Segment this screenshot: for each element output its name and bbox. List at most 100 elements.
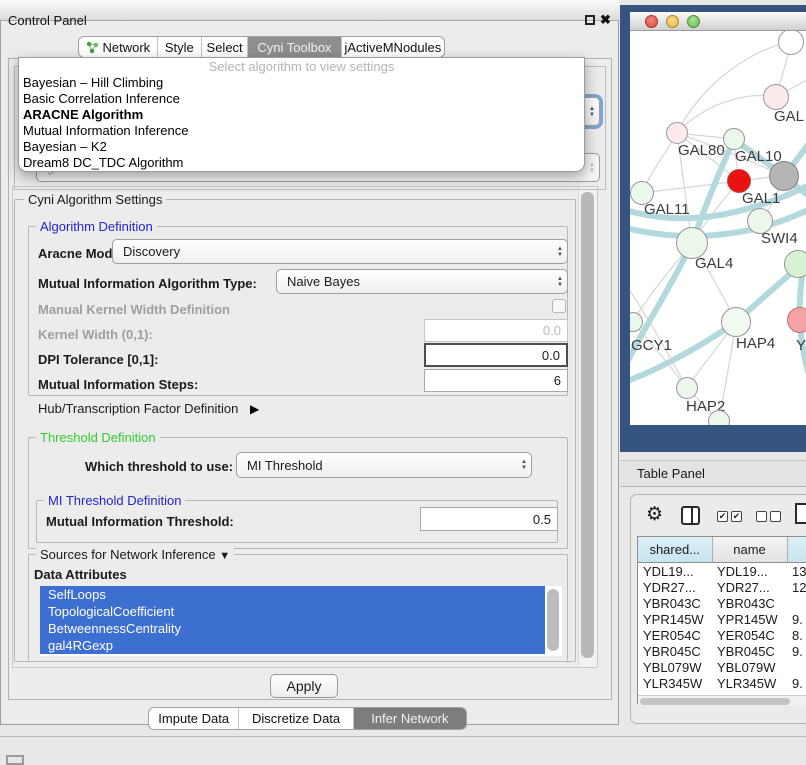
node-unlabeled[interactable] [769,161,799,191]
tab-jactivemnodules[interactable]: jActiveMNodules [341,37,444,57]
kernel-width-input[interactable]: 0.0 [424,319,568,342]
node-gal80[interactable] [666,122,688,144]
table-hscrollbar-track[interactable] [638,695,806,706]
tab-style[interactable]: Style [157,37,201,57]
apply-button[interactable]: Apply [270,674,338,698]
traffic-light-minimize-icon[interactable] [666,15,679,28]
mi-algorithm-type-combobox[interactable]: Naive Bayes ▲▼ [276,269,568,294]
data-attribute-item[interactable]: BetweennessCentrality [40,620,545,637]
table-row[interactable]: YBR043CYBR043C [638,595,806,611]
table-hscrollbar-thumb[interactable] [640,698,790,705]
mi-threshold-input[interactable]: 0.5 [420,507,558,531]
tab-impute-data-label: Impute Data [158,711,229,726]
export-table-icon[interactable] [795,503,806,524]
node-unlabeled[interactable] [708,410,730,425]
table-cell[interactable]: 8. [787,627,806,643]
node-gal10[interactable] [723,128,745,150]
column-header-shared-name[interactable]: shared... [638,537,712,563]
algorithm-dropdown-item[interactable]: Dream8 DC_TDC Algorithm [19,155,584,171]
table-cell[interactable]: YBL079W [712,659,787,675]
network-canvas[interactable]: GALGAL80GAL10GAL1GAL11SWI4GAL4GCY1HAP4YH… [630,31,806,425]
mi-threshold-group-title: MI Threshold Definition [44,493,185,508]
hub-definition-toggle[interactable]: Hub/Transcription Factor Definition ▶ [38,401,259,416]
table-row[interactable]: YDL19...YDL19...13 [638,563,806,580]
table-cell[interactable]: YDL19... [638,563,712,580]
table-cell[interactable]: YBR043C [712,595,787,611]
traffic-light-zoom-icon[interactable] [687,15,700,28]
tab-infer-network[interactable]: Infer Network [353,708,466,729]
table-cell[interactable]: 9. [787,643,806,659]
close-icon[interactable]: ✖ [600,12,611,28]
gear-icon[interactable]: ⚙ [646,503,663,525]
algorithm-dropdown-item[interactable]: ARACNE Algorithm [19,107,584,123]
tab-network[interactable]: Network [79,37,157,57]
attributes-scrollbar-track[interactable] [545,586,562,656]
table-cell[interactable]: YDR27... [712,579,787,595]
chevron-up-down-icon: ▲▼ [557,276,563,288]
which-threshold-combobox[interactable]: MI Threshold ▲▼ [236,452,532,478]
algorithm-dropdown-item[interactable]: Bayesian – K2 [19,139,584,155]
algorithm-dropdown-item[interactable]: Basic Correlation Inference [19,91,584,107]
table-cell[interactable]: YDL19... [712,563,787,580]
checked-columns-icon[interactable]: ✔✔ [717,511,742,522]
table-cell[interactable]: YPR145W [638,611,712,627]
aracne-mode-combobox[interactable]: Discovery ▲▼ [112,239,568,264]
table-cell[interactable] [787,659,806,675]
settings-scrollbar-track[interactable] [578,187,597,667]
algorithm-dropdown-item[interactable]: Mutual Information Inference [19,123,584,139]
network-icon [86,41,99,54]
data-attribute-item[interactable]: TopologicalCoefficient [40,603,545,620]
dpi-tolerance-input[interactable]: 0.0 [424,343,568,367]
minimized-panel-icon[interactable] [6,755,24,765]
table-cell[interactable]: YLR345W [712,675,787,691]
table-cell[interactable]: YLR345W [638,675,712,691]
sources-group-title[interactable]: Sources for Network Inference ▼ [36,547,234,562]
control-panel-titlebar[interactable] [0,0,619,21]
node-label: Y [796,337,806,354]
settings-scrollbar-thumb[interactable] [581,192,594,658]
node-hap4[interactable] [721,307,751,337]
node-y[interactable] [787,307,806,333]
algorithm-dropdown-item[interactable]: Bayesian – Hill Climbing [19,75,584,91]
tab-cyni-toolbox[interactable]: Cyni Toolbox [247,37,340,57]
table-cell[interactable]: 9. [787,675,806,691]
table-row[interactable]: YDR27...YDR27...12 [638,579,806,595]
table-cell[interactable]: YER054C [638,627,712,643]
table-cell[interactable] [787,595,806,611]
data-attribute-item[interactable]: SelfLoops [40,586,545,603]
table-cell[interactable]: YBR043C [638,595,712,611]
table-row[interactable]: YER054CYER054C8. [638,627,806,643]
table-cell[interactable]: YBR045C [638,643,712,659]
node-table[interactable]: shared... name YDL19...YDL19...13YDR27..… [637,536,806,704]
data-attribute-item[interactable]: gal4RGexp [40,637,545,654]
hub-definition-label: Hub/Transcription Factor Definition [38,401,238,416]
tab-discretize-data[interactable]: Discretize Data [238,708,352,729]
table-cell[interactable]: 9. [787,611,806,627]
table-cell[interactable]: YDR27... [638,579,712,595]
node-gal[interactable] [763,84,789,110]
table-cell[interactable]: YBL079W [638,659,712,675]
tab-select[interactable]: Select [201,37,247,57]
attributes-scrollbar-thumb[interactable] [547,589,559,651]
column-header-name[interactable]: name [712,537,787,563]
columns-icon[interactable] [681,506,700,525]
table-cell[interactable]: YPR145W [712,611,787,627]
unchecked-columns-icon[interactable] [756,511,781,522]
table-row[interactable]: YPR145WYPR145W9. [638,611,806,627]
table-cell[interactable]: YER054C [712,627,787,643]
tab-impute-data[interactable]: Impute Data [149,708,238,729]
column-header-clipped[interactable] [787,537,806,563]
node-unlabeled[interactable] [784,250,806,278]
node-hap2[interactable] [676,377,698,399]
restore-icon[interactable] [585,15,595,25]
table-row[interactable]: YLR345WYLR345W9. [638,675,806,691]
manual-kernel-checkbox[interactable] [552,299,566,313]
traffic-light-close-icon[interactable] [645,15,658,28]
table-row[interactable]: YBR045CYBR045C9. [638,643,806,659]
mi-steps-input[interactable]: 6 [424,369,568,392]
table-cell[interactable]: 13 [787,563,806,580]
table-row[interactable]: YBL079WYBL079W [638,659,806,675]
node-label: GAL80 [678,142,725,159]
table-cell[interactable]: YBR045C [712,643,787,659]
table-cell[interactable]: 12 [787,579,806,595]
